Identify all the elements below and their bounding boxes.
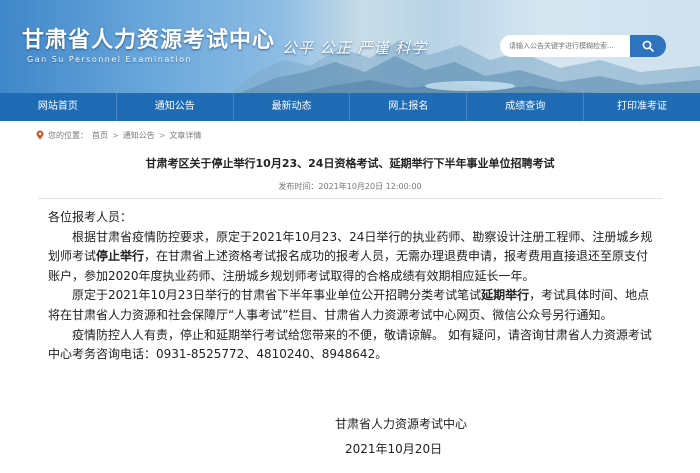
breadcrumb-notices[interactable]: 通知公告 (123, 130, 155, 141)
location-icon (36, 130, 44, 140)
article-greeting: 各位报考人员： (48, 210, 133, 224)
article-body: 各位报考人员： 根据甘肃省疫情防控要求，原定于2021年10月23、24日举行的… (48, 208, 660, 365)
nav-item-news[interactable]: 最新动态 (234, 93, 351, 121)
article-title: 甘肃考区关于停止举行10月23、24日资格考试、延期举行下半年事业单位招聘考试 (145, 157, 555, 170)
site-title: 甘肃省人力资源考试中心 (22, 28, 276, 53)
site-subtitle: Gan Su Personnel Examination (27, 55, 193, 64)
nav-item-notices[interactable]: 通知公告 (117, 93, 234, 121)
paragraph-emphasis: 停止举行 (96, 249, 145, 264)
search-icon (642, 40, 654, 52)
nav-item-registration[interactable]: 网上报名 (350, 93, 468, 121)
search-button[interactable] (630, 35, 666, 57)
paragraph-text: 原定于2021年10月23日举行的甘肃省下半年事业单位公开招聘分类考试笔试 (72, 288, 482, 303)
breadcrumb-article-detail: 文章详情 (169, 130, 202, 140)
nav-item-scores[interactable]: 成绩查询 (467, 93, 585, 121)
header-banner: 甘肃省人力资源考试中心 Gan Su Personnel Examination… (0, 0, 700, 93)
divider (38, 198, 662, 199)
breadcrumb-separator: > (112, 130, 119, 140)
main-nav: 网站首页 通知公告 最新动态 网上报名 成绩查询 打印准考证 (0, 93, 700, 121)
breadcrumb-home[interactable]: 首页 (92, 130, 108, 141)
nav-item-home[interactable]: 网站首页 (0, 93, 117, 121)
article-paragraph-1: 根据甘肃省疫情防控要求，原定于2021年10月23、24日举行的执业药师、勘察设… (48, 228, 660, 287)
article-signature: 甘肃省人力资源考试中心 (335, 417, 468, 431)
nav-item-admission-ticket[interactable]: 打印准考证 (584, 93, 700, 121)
article-publish-time: 发布时间：2021年10月20日 12:00:00 (278, 182, 422, 191)
paragraph-emphasis: 延期举行 (481, 288, 530, 303)
site-slogan: 公平 公正 严谨 科学 (282, 39, 428, 57)
breadcrumb-prefix: 您的位置： (48, 130, 88, 140)
article-paragraph-3: 疫情防控人人有责，停止和延期举行考试给您带来的不便，敬请谅解。 如有疑问，请咨询… (48, 327, 652, 362)
breadcrumb-separator: > (158, 130, 166, 140)
article-paragraph-2: 原定于2021年10月23日举行的甘肃省下半年事业单位公开招聘分类考试笔试延期举… (48, 286, 660, 325)
article-date: 2021年10月20日 (345, 442, 443, 456)
breadcrumb: 您的位置： 首页 > 通知公告 > 文章详情 (36, 128, 201, 142)
search-input[interactable] (500, 35, 630, 57)
